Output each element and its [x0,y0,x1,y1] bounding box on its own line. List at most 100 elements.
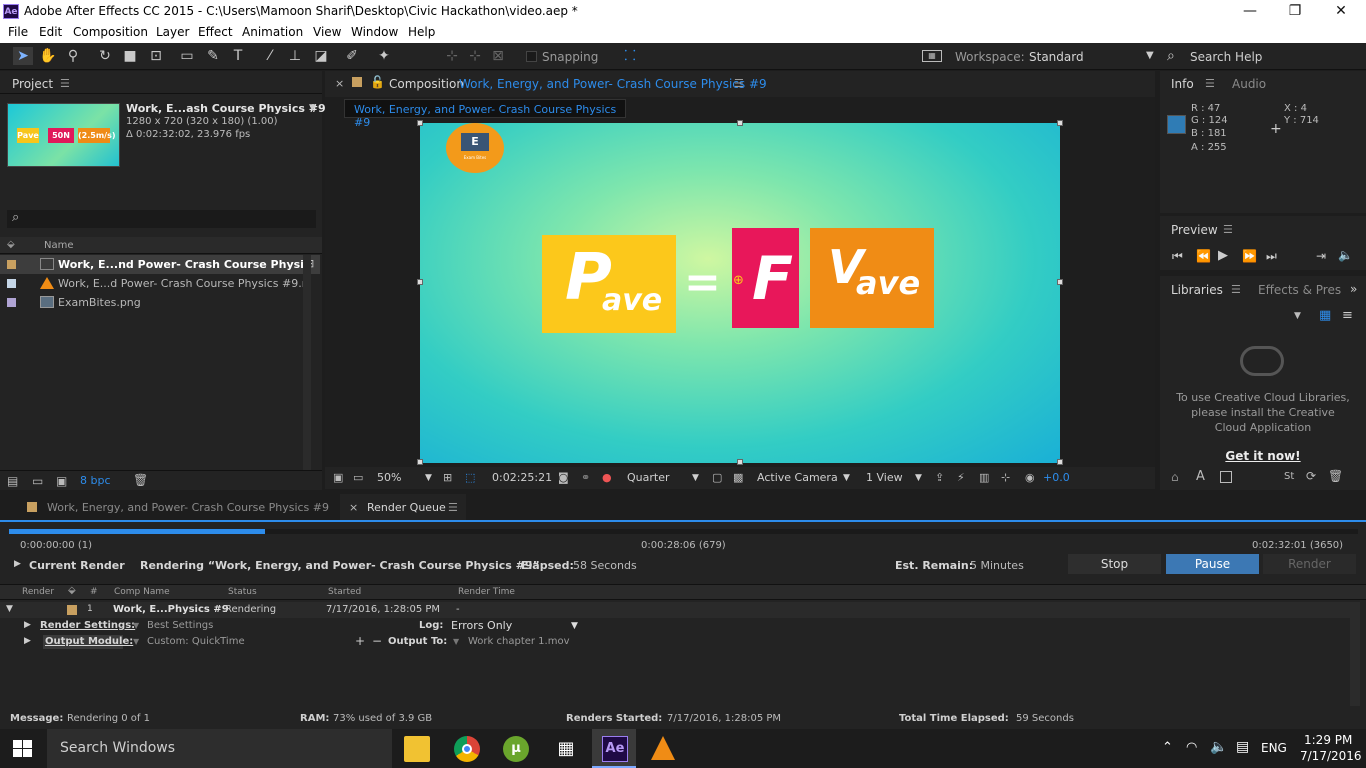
utorrent-icon[interactable]: µ [503,736,529,762]
safe-areas-icon[interactable]: ⊞ [443,471,452,484]
column-number[interactable]: # [90,587,98,597]
log-select[interactable]: Errors Only [451,619,512,632]
project-item[interactable]: Work, E...d Power- Crash Course Physics … [0,274,320,293]
new-composition-icon[interactable]: ▣ [56,474,67,488]
menu-file[interactable]: File [8,25,28,39]
library-dropdown-chevron-icon[interactable]: ▼ [1294,311,1301,321]
views-select[interactable]: 1 View [866,471,903,484]
last-frame-icon[interactable]: ⏭ [1266,249,1277,264]
output-module-chevron-icon[interactable]: ▼ [133,637,139,646]
world-axis-icon[interactable]: ⊹ [465,47,485,65]
pen-tool-icon[interactable]: ✎ [203,47,223,65]
output-module-label[interactable]: Output Module: [45,636,133,647]
project-scrollbar[interactable] [303,255,311,470]
maximize-button[interactable]: ❐ [1272,2,1318,22]
column-name[interactable]: Name [44,240,74,251]
audio-icon[interactable]: 🔈 [1338,248,1353,262]
first-frame-icon[interactable]: ⏮ [1172,249,1183,264]
camera-chevron-icon[interactable]: ▼ [843,473,850,483]
trash-icon[interactable]: 🗑 [133,473,148,487]
fast-previews-icon[interactable]: ⚡ [957,471,965,484]
tab-effects-presets[interactable]: Effects & Pres [1258,283,1341,297]
current-render-expand-icon[interactable]: ▶ [14,559,21,569]
resolution-select[interactable]: Quarter [627,471,670,484]
vlc-icon[interactable] [651,736,675,760]
label-swatch[interactable] [7,260,16,269]
exposure-value[interactable]: +0.0 [1043,471,1070,484]
anchor-point-icon[interactable]: ⊕ [733,273,744,288]
column-status[interactable]: Status [228,587,257,597]
selection-tool-icon[interactable]: ➤ [13,47,33,65]
output-module-expand-icon[interactable]: ▶ [24,636,31,646]
column-render-time[interactable]: Render Time [458,587,515,597]
eraser-tool-icon[interactable]: ◪ [311,47,331,65]
clone-stamp-tool-icon[interactable]: ⊥ [285,47,305,65]
brush-tool-icon[interactable]: ⁄ [260,47,280,65]
file-explorer-icon[interactable] [404,736,430,762]
add-output-module-icon[interactable]: + [355,634,365,648]
zoom-tool-icon[interactable]: ⚲ [63,47,83,65]
next-frame-icon[interactable]: ⏩ [1242,249,1257,263]
clock-date[interactable]: 7/17/2016 [1300,749,1362,763]
interpret-footage-icon[interactable]: ▤ [7,474,18,488]
project-search-input[interactable] [7,210,316,228]
minimize-button[interactable]: — [1227,2,1273,22]
transform-handle[interactable] [417,459,423,465]
render-settings-expand-icon[interactable]: ▶ [24,620,31,630]
new-folder-icon[interactable]: ▭ [32,474,43,488]
tab-libraries[interactable]: Libraries [1171,283,1223,297]
calculator-icon[interactable]: ▦ [553,736,579,762]
library-graphic-icon[interactable]: ⌂ [1171,470,1179,484]
resolution-chevron-icon[interactable]: ▼ [692,473,699,483]
library-text-icon[interactable]: A [1196,469,1205,484]
column-render[interactable]: Render [22,587,54,597]
mask-visibility-icon[interactable]: ⬚ [465,471,475,484]
preview-menu-icon[interactable]: ☰ [1223,223,1233,236]
breadcrumb[interactable]: Work, Energy, and Power- Crash Course Ph… [344,99,626,129]
region-of-interest-icon[interactable]: ▢ [712,471,722,484]
menu-composition[interactable]: Composition [73,25,148,39]
tab-preview[interactable]: Preview [1171,223,1218,237]
rotation-tool-icon[interactable]: ↻ [95,47,115,65]
stop-button[interactable]: Stop [1068,554,1161,574]
menu-edit[interactable]: Edit [39,25,62,39]
log-chevron-icon[interactable]: ▼ [571,621,578,631]
play-icon[interactable]: ▶ [1218,248,1228,263]
always-preview-icon[interactable]: ▣ [333,471,343,484]
menu-window[interactable]: Window [351,25,398,39]
snapping-checkbox[interactable] [526,51,537,62]
local-axis-icon[interactable]: ⊹ [442,47,462,65]
current-time[interactable]: 0:02:25:21 [492,471,552,484]
tab-audio[interactable]: Audio [1232,77,1266,91]
loop-icon[interactable]: ⇥ [1316,249,1326,263]
label-swatch[interactable] [7,279,16,288]
taskbar-search-box[interactable]: Search Windows [47,729,392,768]
camera-select[interactable]: Active Camera [757,471,838,484]
search-help-input[interactable]: Search Help [1190,50,1262,64]
get-it-now-link[interactable]: Get it now! [1174,449,1352,463]
timeline-icon[interactable]: ▥ [979,471,989,484]
render-button[interactable]: Render [1263,554,1356,574]
transform-handle[interactable] [1057,120,1063,126]
close-button[interactable]: ✕ [1318,2,1364,22]
channel-icon[interactable]: ● [602,471,612,484]
reset-exposure-icon[interactable]: ◉ [1025,471,1035,484]
composition-canvas[interactable]: E Exam Bites P ave = F V ave ⊕ [417,120,1063,465]
rectangle-tool-icon[interactable]: ▭ [177,47,197,65]
tab-render-queue[interactable]: Render Queue [367,501,446,514]
show-snapshot-icon[interactable]: ⚭ [581,471,590,484]
column-comp-name[interactable]: Comp Name [114,587,170,597]
menu-layer[interactable]: Layer [156,25,189,39]
close-render-queue-icon[interactable]: × [349,501,358,514]
library-delete-icon[interactable]: 🗑 [1328,469,1343,483]
menu-help[interactable]: Help [408,25,435,39]
tab-timeline[interactable]: Work, Energy, and Power- Crash Course Ph… [47,501,329,514]
output-to-value[interactable]: Work chapter 1.mov [468,636,570,647]
transform-handle[interactable] [737,459,743,465]
keyboard-icon[interactable]: ▦ [922,50,942,62]
label-swatch[interactable] [7,298,16,307]
windows-start-icon[interactable] [13,740,33,758]
puppet-pin-tool-icon[interactable]: ✦ [374,47,394,65]
tab-composition[interactable]: Work, Energy, and Power- Crash Course Ph… [459,77,767,91]
info-menu-icon[interactable]: ☰ [1205,77,1215,90]
